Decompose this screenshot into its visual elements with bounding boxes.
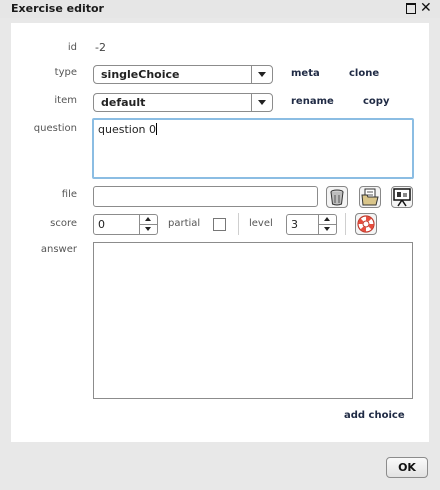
answer-area[interactable] <box>93 242 413 399</box>
open-file-button[interactable] <box>359 186 381 208</box>
lifebuoy-icon <box>357 215 375 233</box>
maximize-icon <box>406 3 416 14</box>
question-label: question <box>33 123 77 134</box>
window-title: Exercise editor <box>11 2 104 15</box>
score-stepper[interactable]: 0 <box>93 214 158 235</box>
partial-label: partial <box>168 218 201 229</box>
present-button[interactable] <box>391 186 413 208</box>
item-select[interactable]: default <box>93 93 273 112</box>
question-text: question 0 <box>98 123 157 136</box>
type-label: type <box>54 67 77 78</box>
help-button[interactable] <box>355 213 377 235</box>
rename-link[interactable]: rename <box>291 96 334 107</box>
score-value: 0 <box>98 218 105 231</box>
question-textarea[interactable]: question 0 <box>92 118 414 179</box>
score-decrement-button[interactable] <box>139 225 157 234</box>
type-select-value: singleChoice <box>101 68 180 81</box>
type-select[interactable]: singleChoice <box>93 65 273 84</box>
divider <box>238 213 239 235</box>
score-label: score <box>50 218 77 229</box>
answer-label: answer <box>40 244 77 255</box>
level-stepper[interactable]: 3 <box>286 214 337 235</box>
divider <box>345 213 346 235</box>
level-decrement-button[interactable] <box>318 225 336 234</box>
meta-link[interactable]: meta <box>291 68 320 79</box>
title-bar: Exercise editor ✕ <box>0 0 440 18</box>
item-label: item <box>54 95 77 106</box>
clone-link[interactable]: clone <box>349 68 379 79</box>
chevron-down-icon <box>251 66 272 83</box>
chevron-down-icon <box>251 94 272 111</box>
trash-icon <box>330 189 344 206</box>
level-label: level <box>249 218 273 229</box>
text-caret <box>156 123 158 135</box>
level-increment-button[interactable] <box>318 215 336 225</box>
level-value: 3 <box>291 218 298 231</box>
item-select-value: default <box>101 96 146 109</box>
score-increment-button[interactable] <box>139 215 157 225</box>
editor-panel: id -2 type singleChoice meta clone item … <box>11 23 429 442</box>
close-button[interactable]: ✕ <box>420 1 434 15</box>
maximize-button[interactable] <box>404 1 418 15</box>
file-label: file <box>61 189 77 200</box>
id-value: -2 <box>95 41 106 54</box>
presentation-icon <box>393 188 411 207</box>
id-label: id <box>67 42 77 53</box>
ok-button[interactable]: OK <box>386 457 428 478</box>
add-choice-link[interactable]: add choice <box>344 410 405 421</box>
copy-link[interactable]: copy <box>363 96 389 107</box>
file-input[interactable] <box>93 186 318 207</box>
delete-file-button[interactable] <box>326 186 348 208</box>
folder-open-icon <box>361 188 379 206</box>
partial-checkbox[interactable] <box>213 218 226 231</box>
close-icon: ✕ <box>420 0 432 16</box>
